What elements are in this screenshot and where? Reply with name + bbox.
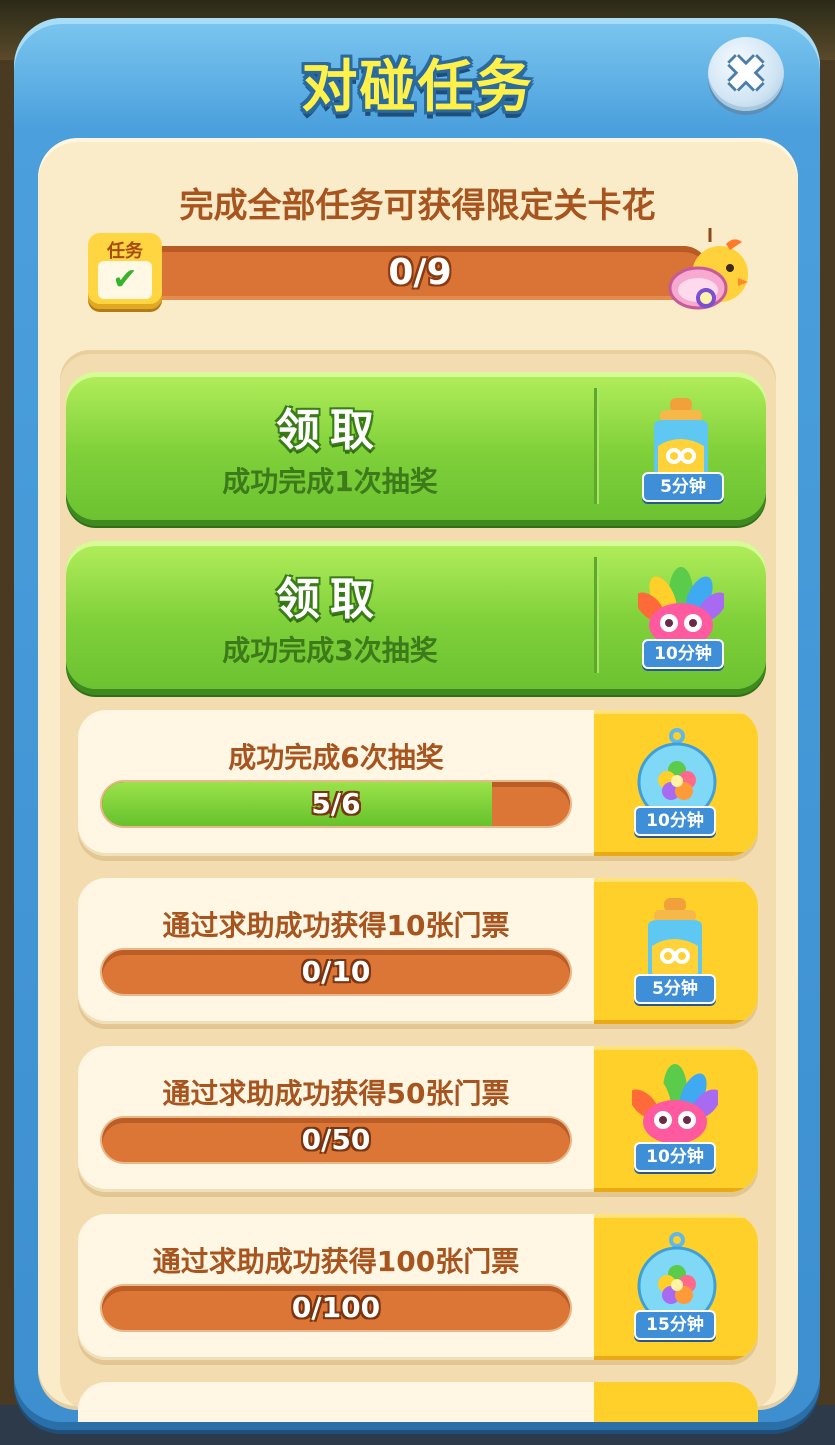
claim-card[interactable]: 领取 成功完成3次抽奖 10分钟	[66, 541, 766, 689]
task-progress-text: 5/6	[311, 787, 361, 820]
claim-card[interactable]: 领取 成功完成1次抽奖 5分钟	[66, 372, 766, 520]
task-reward-area	[594, 1382, 758, 1422]
task-progress-bar: 0/10	[102, 950, 570, 994]
task-progress-bar: 0/100	[102, 1286, 570, 1330]
duration-tag: 15分钟	[634, 1310, 716, 1340]
duration-tag: 10分钟	[634, 806, 716, 836]
task-reward-area: 5分钟	[594, 878, 758, 1024]
overall-progress-bar: 0/9	[130, 246, 710, 300]
duration-tag: 5分钟	[642, 472, 724, 502]
task-title: 通过求助成功获得50张门票	[162, 1077, 510, 1110]
task-badge-label: 任务	[107, 241, 143, 262]
checkmark-icon: ✔	[98, 261, 152, 299]
task-title: 通过求助成功获得100张门票	[152, 1245, 520, 1278]
claim-button-label: 领取	[276, 405, 384, 456]
claim-divider	[594, 388, 597, 504]
task-reward-area: 10分钟	[594, 1046, 758, 1192]
duration-tag: 10分钟	[642, 639, 724, 669]
goal-description: 完成全部任务可获得限定关卡花	[179, 186, 656, 226]
claim-divider	[594, 557, 597, 673]
task-reward-area: 10分钟	[594, 710, 758, 856]
task-card[interactable]: 成功完成6次抽奖 5/6 10分钟	[78, 710, 758, 856]
claim-task-description: 成功完成3次抽奖	[222, 634, 438, 667]
close-icon: ✖	[725, 45, 767, 103]
overall-progress-text: 0/9	[388, 252, 452, 293]
task-progress-bar: 5/6	[102, 782, 570, 826]
task-progress-bar: 0/50	[102, 1118, 570, 1162]
task-card[interactable]: 通过求助成功获得50张门票 0/50 10分钟	[78, 1046, 758, 1192]
chick-reward-icon	[668, 228, 748, 310]
duration-tag: 5分钟	[634, 974, 716, 1004]
task-progress-text: 0/10	[301, 955, 371, 988]
duration-tag: 10分钟	[634, 1142, 716, 1172]
task-title: 成功完成6次抽奖	[228, 741, 444, 774]
task-card[interactable]: 通过求助成功获得10张门票 0/10 5分钟	[78, 878, 758, 1024]
close-button[interactable]: ✖	[708, 37, 784, 111]
task-progress-text: 0/50	[301, 1123, 371, 1156]
task-badge: 任务 ✔	[88, 233, 162, 309]
claim-task-description: 成功完成1次抽奖	[222, 465, 438, 498]
task-card[interactable]: 通过求助成功获得100张门票 0/100 15分钟	[78, 1214, 758, 1360]
claim-button-label: 领取	[276, 574, 384, 625]
task-progress-text: 0/100	[291, 1291, 381, 1324]
task-card-partial[interactable]	[78, 1382, 758, 1422]
task-reward-area: 15分钟	[594, 1214, 758, 1360]
task-title: 通过求助成功获得10张门票	[162, 909, 510, 942]
